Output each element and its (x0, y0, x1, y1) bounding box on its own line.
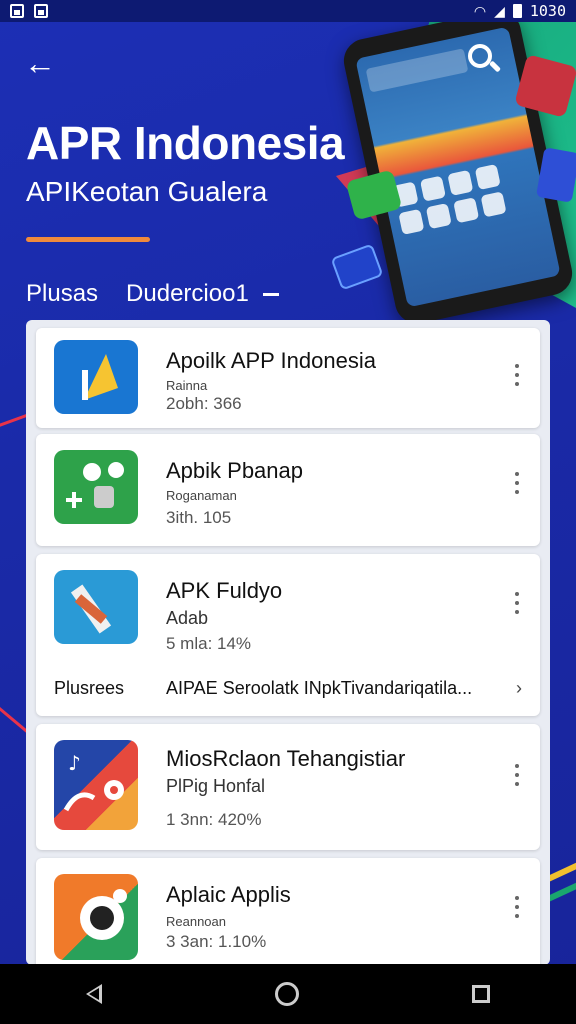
app-meta: Adab (166, 608, 209, 628)
title-underline (26, 237, 150, 242)
app-name: Apoilk APP Indonesia (166, 348, 376, 373)
app-stat: 2obh: 366 (166, 394, 242, 413)
more-options-icon[interactable] (512, 592, 522, 614)
more-options-icon[interactable] (512, 764, 522, 786)
list-item[interactable]: Aplaic Applis Reannoan 3 3an: 1.10% (36, 858, 540, 965)
tab-plusas[interactable]: Plusas (26, 280, 98, 308)
app-name: APK Fuldyo (166, 578, 283, 603)
app-meta: PlPig Honfal (166, 776, 266, 796)
page-subtitle: APIKeotan Gualera (26, 176, 268, 207)
camera-icon (54, 874, 138, 960)
app-stat: 1 3nn: 420% (166, 810, 262, 829)
app-meta: Reannoan (166, 914, 226, 929)
navigation-bar (0, 964, 576, 1024)
filter-tabs: Plusas Dudercioo1 (26, 280, 279, 308)
nav-home-icon[interactable] (274, 982, 299, 1006)
app-name: MiosRclaon Tehangistiar (166, 746, 406, 771)
nav-recents-icon[interactable] (471, 985, 490, 1003)
wifi-icon: ◠ (473, 2, 487, 19)
list-item[interactable]: Apoilk APP Indonesia Rainna 2obh: 366 (36, 328, 540, 428)
list-item[interactable]: Apbik Pbanap Roganaman 3ith. 105 (36, 434, 540, 546)
game-controller-icon (54, 450, 138, 524)
page-title: APR Indonesia (26, 117, 345, 169)
svg-text:♪: ♪ (68, 751, 81, 775)
list-item[interactable]: ♪ MiosRclaon Tehangistiar PlPig Honfal 1… (36, 724, 540, 850)
battery-icon (512, 4, 522, 18)
list-item[interactable]: APK Fuldyo Adab 5 mla: 14% Plusrees AIPA… (36, 554, 540, 716)
status-time: 1030 (529, 2, 566, 20)
app-footer[interactable]: Plusrees AIPAE Seroolatk INpkTivandariqa… (54, 678, 522, 699)
footer-link[interactable]: AIPAE Seroolatk INpkTivandariqatila... (166, 678, 516, 699)
music-player-icon: ♪ (54, 740, 138, 830)
app-meta: Rainna (166, 378, 208, 393)
signal-icon: ◢ (494, 2, 505, 19)
tab-indicator (262, 292, 279, 296)
status-bar: ◠ ◢ 1030 (0, 0, 576, 22)
more-options-icon[interactable] (512, 364, 522, 386)
search-icon[interactable] (466, 42, 502, 78)
app-stat: 3 3an: 1.10% (166, 932, 267, 951)
app-name: Apbik Pbanap (166, 458, 303, 483)
nav-back-icon[interactable] (86, 984, 103, 1004)
chevron-right-icon[interactable]: › (516, 678, 522, 699)
image-notification-icon (10, 4, 24, 18)
tools-icon (54, 570, 138, 644)
app-list: Apoilk APP Indonesia Rainna 2obh: 366 Ap… (26, 320, 550, 965)
more-options-icon[interactable] (512, 896, 522, 918)
image-notification-icon (34, 4, 48, 18)
footer-label: Plusrees (54, 678, 125, 698)
more-options-icon[interactable] (512, 472, 522, 494)
tab-dudercioo[interactable]: Dudercioo1 (126, 280, 249, 308)
back-arrow-icon[interactable]: ← (24, 46, 58, 80)
app-stat: 5 mla: 14% (166, 634, 252, 653)
app-meta: Roganaman (166, 488, 237, 503)
app-stat: 3ith. 105 (166, 508, 232, 527)
music-note-icon (54, 340, 138, 414)
app-name: Aplaic Applis (166, 882, 291, 907)
